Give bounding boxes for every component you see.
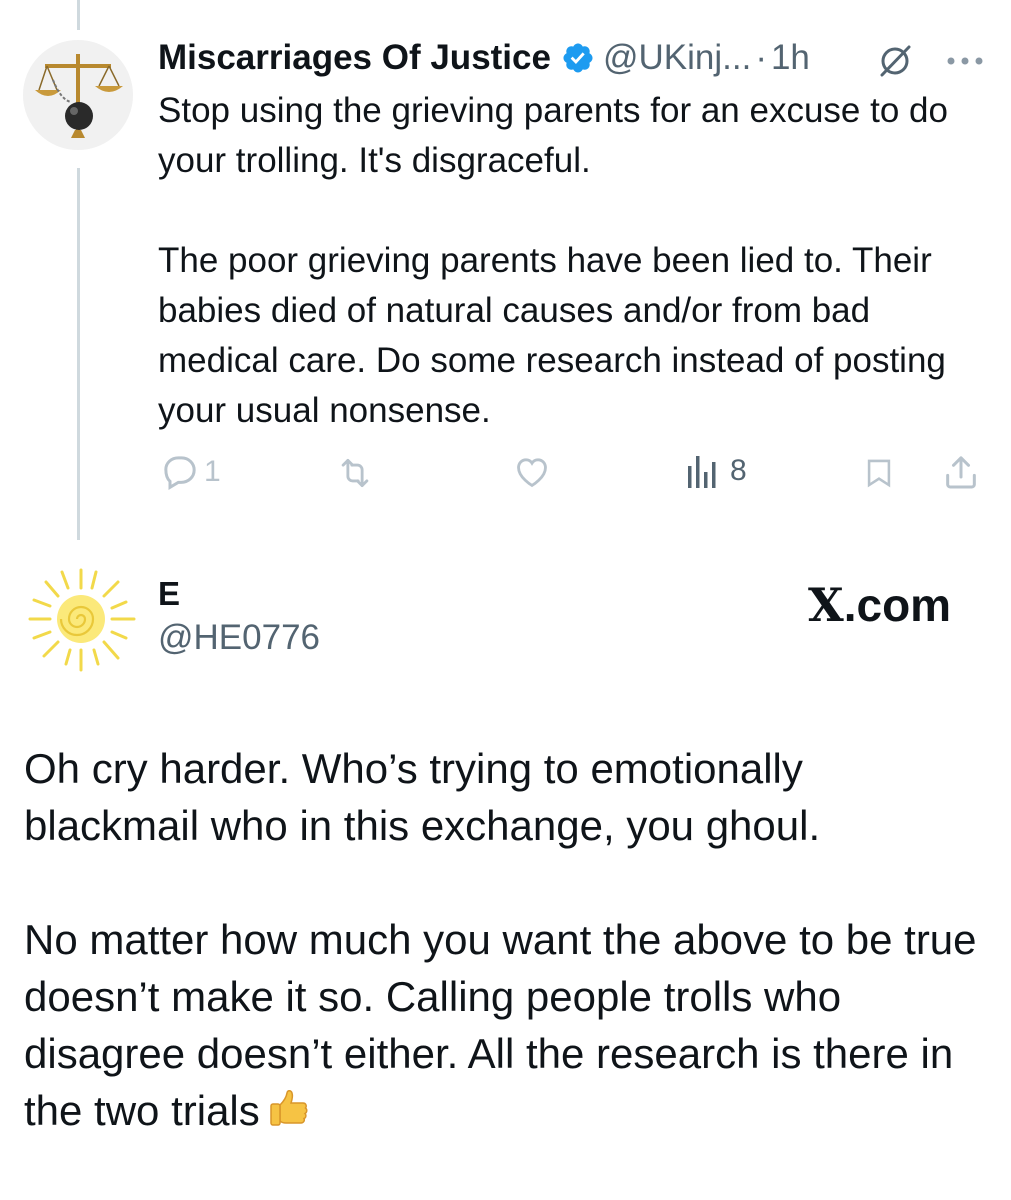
thumbs-up-icon [266, 1085, 312, 1145]
tweet2-text: Oh cry harder. Who’s trying to emotional… [24, 740, 984, 1145]
x-com-suffix: .com [843, 579, 952, 631]
bookmark-icon [867, 459, 891, 488]
repost-button[interactable] [334, 454, 376, 492]
reply-count: 1 [204, 455, 221, 488]
tweet1-paragraph-1: Stop using the grieving parents for an e… [158, 91, 948, 180]
grok-icon[interactable] [876, 42, 914, 80]
sun-icon [22, 560, 140, 678]
x-logo-letter: X [808, 578, 844, 632]
views-bar-chart-icon [688, 456, 716, 488]
bookmark-button[interactable] [862, 454, 896, 492]
like-button[interactable] [511, 453, 553, 491]
tweet1-action-bar: 1 8 [0, 450, 1011, 494]
share-button[interactable] [941, 450, 981, 494]
thread-line-top [77, 0, 80, 30]
tweet2-paragraph-2-wrap: No matter how much you want the above to… [24, 911, 984, 1145]
heart-icon [517, 458, 547, 488]
tweet2-display-name[interactable]: E [158, 575, 180, 613]
avatar-e[interactable] [22, 560, 140, 678]
share-icon [946, 456, 976, 489]
repost-icon [341, 458, 369, 488]
tweet1-separator: · [755, 38, 767, 77]
tweet1-display-name[interactable]: Miscarriages Of Justice [158, 38, 551, 78]
more-options-icon[interactable] [945, 54, 985, 66]
scales-of-justice-icon [23, 40, 133, 150]
reply-icon [164, 456, 196, 490]
views-button[interactable]: 8 [686, 452, 747, 490]
reply-button[interactable]: 1 [160, 452, 221, 492]
tweet2-paragraph-2: No matter how much you want the above to… [24, 916, 977, 1134]
tweet1-text: Stop using the grieving parents for an e… [158, 86, 958, 436]
tweet1-timestamp[interactable]: 1h [771, 38, 810, 78]
tweet1-header: Miscarriages Of Justice @UKinj... · 1h [158, 33, 810, 83]
tweet2-handle[interactable]: @HE0776 [158, 618, 320, 658]
x-com-watermark: X.com [808, 578, 951, 632]
avatar-miscarriages-of-justice[interactable] [23, 40, 133, 150]
screenshot-page: Miscarriages Of Justice @UKinj... · 1h S… [0, 0, 1011, 1200]
tweet2-paragraph-1: Oh cry harder. Who’s trying to emotional… [24, 745, 821, 849]
tweet1-paragraph-2: The poor grieving parents have been lied… [158, 241, 946, 430]
tweet1-handle[interactable]: @UKinj... [603, 38, 751, 78]
verified-badge-icon [561, 41, 595, 75]
views-count: 8 [730, 454, 747, 487]
